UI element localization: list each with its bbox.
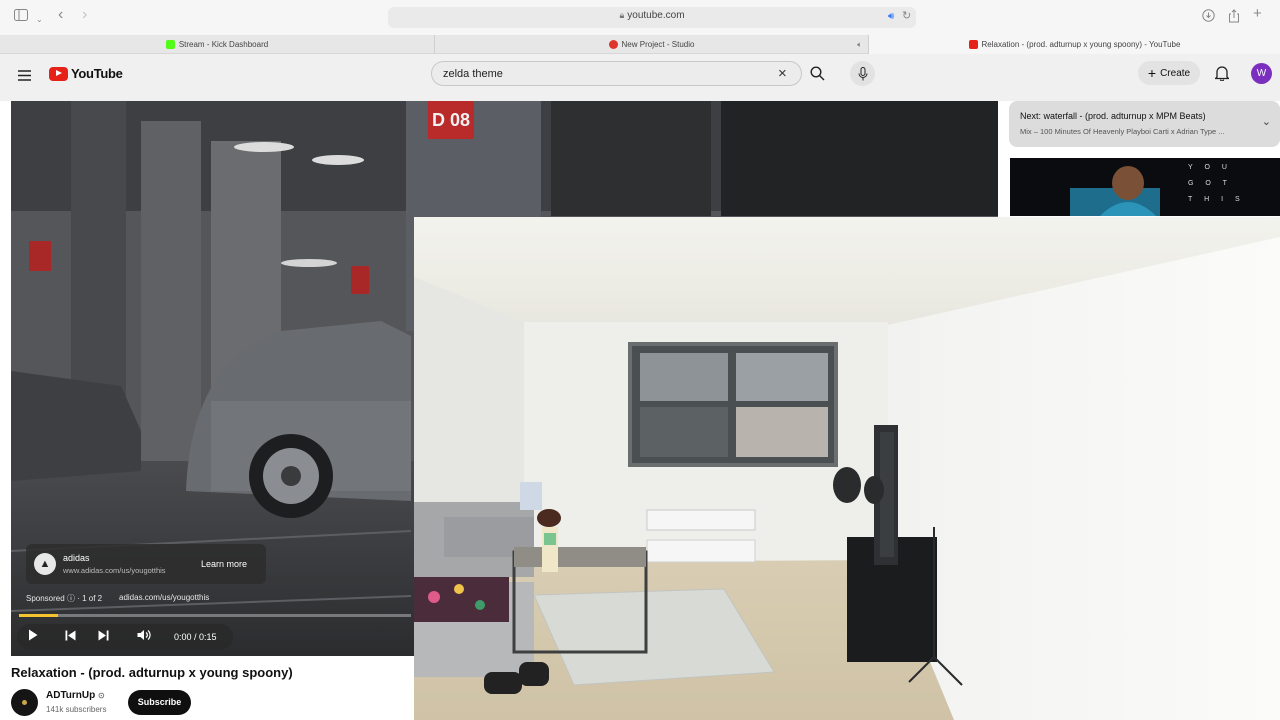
chevron-down-icon[interactable]: ⌄ [36,12,43,28]
subscribe-button[interactable]: Subscribe [128,690,191,715]
clear-search-icon[interactable]: × [778,65,787,82]
ad-url: www.adidas.com/us/yougotthis [63,566,166,575]
logo-text: YouTube [71,66,123,81]
webcam-room-scene [414,217,1280,720]
share-icon[interactable] [1228,9,1240,27]
thumbnail-word: G O T [1188,176,1227,192]
ad-separator: · [77,594,80,603]
search-query: zelda theme [443,68,503,80]
thumbnail-word: Y O U [1188,160,1227,176]
video-title: Relaxation - (prod. adturnup x young spo… [11,665,293,680]
lock-icon: 🔒︎ [619,10,625,20]
ad-link[interactable]: adidas.com/us/yougotthis [119,593,209,602]
channel-name[interactable]: ADTurnUp ⊙ [46,690,105,701]
search-button[interactable] [802,61,832,86]
play-icon [29,629,38,641]
youtube-play-icon [49,66,68,81]
reload-icon[interactable]: ↻ [902,9,911,22]
speaker-icon[interactable]: 🔊︎ [888,11,894,22]
subscriber-count: 141k subscribers [46,705,107,714]
webcam-overlay [414,217,1280,720]
up-next-card[interactable]: Next: waterfall - (prod. adturnup x MPM … [1009,101,1280,147]
verified-icon: ⊙ [98,691,105,700]
time-display: 0:00 / 0:15 [174,632,217,642]
garage-sign: D 08 [432,110,470,130]
back-icon[interactable]: ‹ [58,7,63,23]
info-icon[interactable]: ⓘ [67,594,77,603]
kick-favicon-icon [165,40,175,49]
voice-search-button[interactable] [850,61,875,86]
tab-youtube[interactable]: Relaxation - (prod. adturnup x young spo… [869,35,1280,54]
ad-card[interactable]: ▲ adidas www.adidas.com/us/yougotthis Le… [26,544,266,584]
account-avatar[interactable]: W [1251,63,1272,84]
next-icon [98,630,108,641]
plus-icon: + [1147,65,1157,81]
browser-toolbar: ⌄ ‹ › 🔒︎ youtube.com 🔊︎ ↻ + [0,0,1280,35]
ad-info: Sponsored ⓘ · 1 of 2 [26,593,102,604]
adidas-logo-icon: ▲ [34,553,56,575]
next-button[interactable] [89,624,117,650]
search-input[interactable]: zelda theme × [431,61,802,86]
new-tab-icon[interactable]: + [1253,6,1262,22]
tab-kick[interactable]: Stream - Kick Dashboard [0,35,435,54]
url-text: youtube.com [627,10,685,21]
tab-label: New Project - Studio [621,40,695,49]
youtube-favicon-icon [968,40,978,49]
search-icon [809,66,824,81]
thumbnail-image [1010,158,1280,216]
ad-count: 1 of 2 [82,594,103,603]
sponsored-label: Sponsored [26,594,65,603]
address-bar[interactable]: 🔒︎ youtube.com 🔊︎ ↻ [388,7,916,28]
microphone-icon [858,66,867,80]
download-icon[interactable] [1202,9,1215,26]
studio-favicon-icon [608,40,618,49]
menu-icon[interactable] [18,68,31,86]
create-button[interactable]: + Create [1138,61,1200,85]
ad-progress-fill [19,614,59,617]
up-next-title: Next: waterfall - (prod. adturnup x MPM … [1020,111,1206,121]
thumbnail-text: Y O UG O TT H I S [1188,160,1240,208]
previous-button[interactable] [56,624,84,650]
volume-icon [137,630,151,640]
ad-progress-bar[interactable] [19,614,411,617]
play-button[interactable] [19,624,47,650]
notifications-bell-icon[interactable] [1213,65,1231,86]
tab-studio[interactable]: New Project - Studio 🔈︎ [435,35,869,54]
learn-more-button[interactable]: Learn more [192,552,256,576]
tab-label: Stream - Kick Dashboard [178,40,269,49]
tab-label: Relaxation - (prod. adturnup x young spo… [981,40,1181,49]
tab-bar: Stream - Kick Dashboard New Project - St… [0,35,1280,54]
create-label: Create [1160,67,1191,79]
up-next-subtitle: Mix – 100 Minutes Of Heavenly Playboi Ca… [1020,127,1225,136]
forward-icon[interactable]: › [82,7,87,23]
chevron-down-icon[interactable]: ⌄ [1262,115,1271,128]
channel-avatar[interactable] [11,689,38,716]
sidebar-toggle-icon[interactable] [14,9,28,25]
thumbnail-word: T H I S [1188,192,1240,208]
previous-icon [65,630,75,641]
ad-brand: adidas [63,553,90,563]
video-thumbnail[interactable]: Y O UG O TT H I S [1010,158,1280,216]
volume-button[interactable] [130,624,158,650]
tab-speaker-icon[interactable]: 🔈︎ [857,40,862,50]
youtube-logo[interactable]: YouTube [49,66,123,81]
channel-name-text: ADTurnUp [46,690,96,701]
